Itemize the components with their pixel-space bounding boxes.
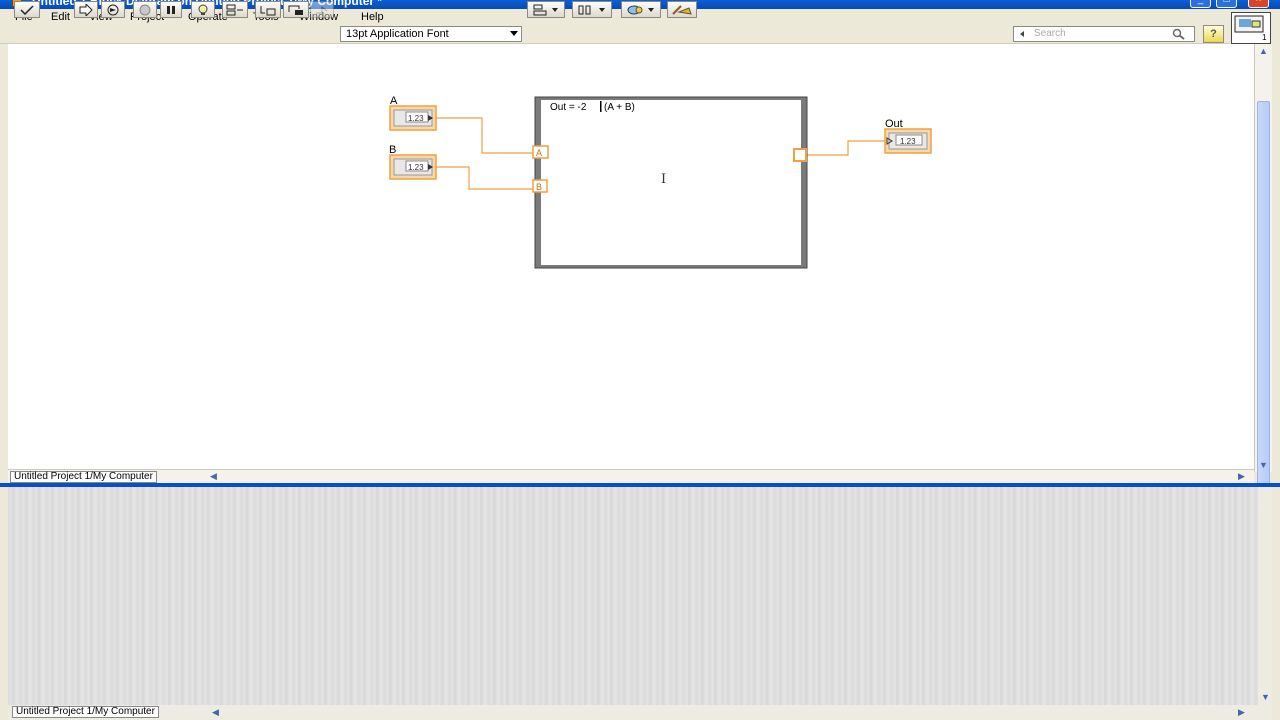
control-b-terminal[interactable]: 1.23 <box>389 154 437 180</box>
control-a-terminal[interactable]: 1.23 <box>389 105 437 131</box>
scroll-right-icon[interactable]: ▶ <box>1238 471 1245 482</box>
control-b-value: 1.23 <box>408 163 424 172</box>
lower-scroll-left-icon[interactable]: ◀ <box>212 707 219 718</box>
indicator-out-value: 1.23 <box>900 137 916 146</box>
formula-input-a[interactable]: A <box>532 145 549 159</box>
formula-node[interactable] <box>534 96 808 269</box>
svg-text:A: A <box>536 148 542 158</box>
indicator-out-label[interactable]: Out <box>885 118 903 130</box>
svg-text:B: B <box>536 182 542 192</box>
context-label-lower[interactable]: Untitled Project 1/My Computer <box>12 706 159 718</box>
text-caret <box>600 101 602 112</box>
formula-input-b[interactable]: B <box>532 179 548 193</box>
diagram-status-row: Untitled Project 1/My Computer ◀ ▶ <box>8 469 1254 483</box>
indicator-out-terminal[interactable]: 1.23 <box>884 128 932 154</box>
lower-status-row: Untitled Project 1/My Computer ◀ ▶ <box>8 705 1272 720</box>
vertical-scroll-thumb[interactable] <box>1257 101 1270 503</box>
formula-text-before[interactable]: Out = -2 <box>550 102 587 113</box>
diagram-vertical-scrollbar[interactable]: ▲ ▼ <box>1254 44 1272 503</box>
control-a-value: 1.23 <box>408 114 424 123</box>
ibeam-cursor-icon: I <box>661 172 667 187</box>
context-label-upper[interactable]: Untitled Project 1/My Computer <box>10 471 157 483</box>
lower-scroll-right-icon[interactable]: ▶ <box>1238 707 1245 718</box>
control-a-label[interactable]: A <box>390 95 398 107</box>
formula-output-out[interactable] <box>793 148 807 162</box>
formula-text-after[interactable]: (A + B) <box>604 102 635 113</box>
lower-pane <box>8 487 1258 705</box>
scroll-down-icon[interactable]: ▼ <box>1259 460 1268 470</box>
wire-a[interactable] <box>436 117 536 154</box>
scroll-left-icon[interactable]: ◀ <box>210 471 217 482</box>
lower-scroll-down-icon[interactable]: ▼ <box>1261 692 1270 702</box>
lower-vertical-scrollbar[interactable]: ▼ <box>1258 487 1272 705</box>
wire-b[interactable] <box>436 166 536 190</box>
scroll-up-icon[interactable]: ▲ <box>1259 46 1268 56</box>
wire-out[interactable] <box>806 140 886 156</box>
control-b-label[interactable]: B <box>389 144 396 156</box>
